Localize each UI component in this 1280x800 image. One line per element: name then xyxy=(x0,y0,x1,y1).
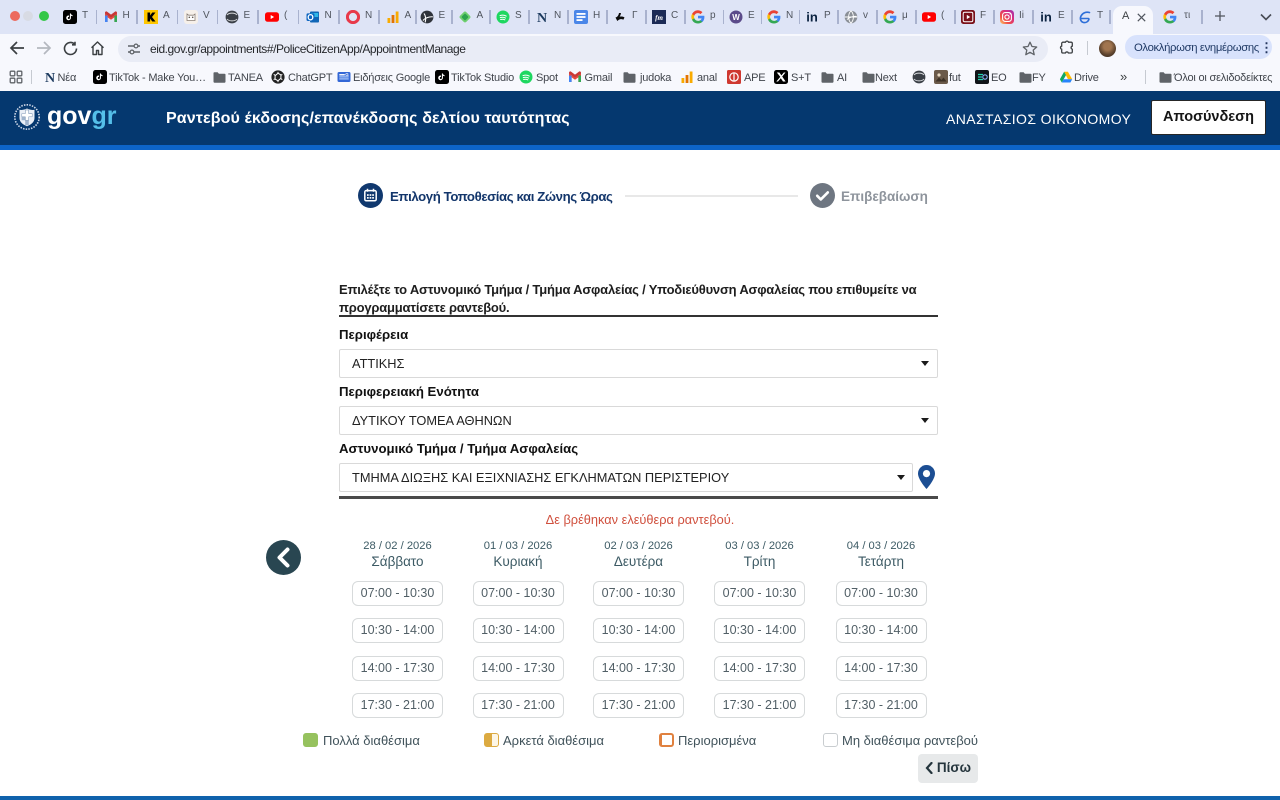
svg-text:in: in xyxy=(1040,10,1052,24)
svg-text:in: in xyxy=(806,10,818,24)
svg-text:fm: fm xyxy=(655,14,663,22)
svg-text:N: N xyxy=(45,71,55,85)
svg-text:G: G xyxy=(345,72,349,77)
svg-text:N: N xyxy=(537,11,547,24)
svg-text:W: W xyxy=(732,13,740,22)
